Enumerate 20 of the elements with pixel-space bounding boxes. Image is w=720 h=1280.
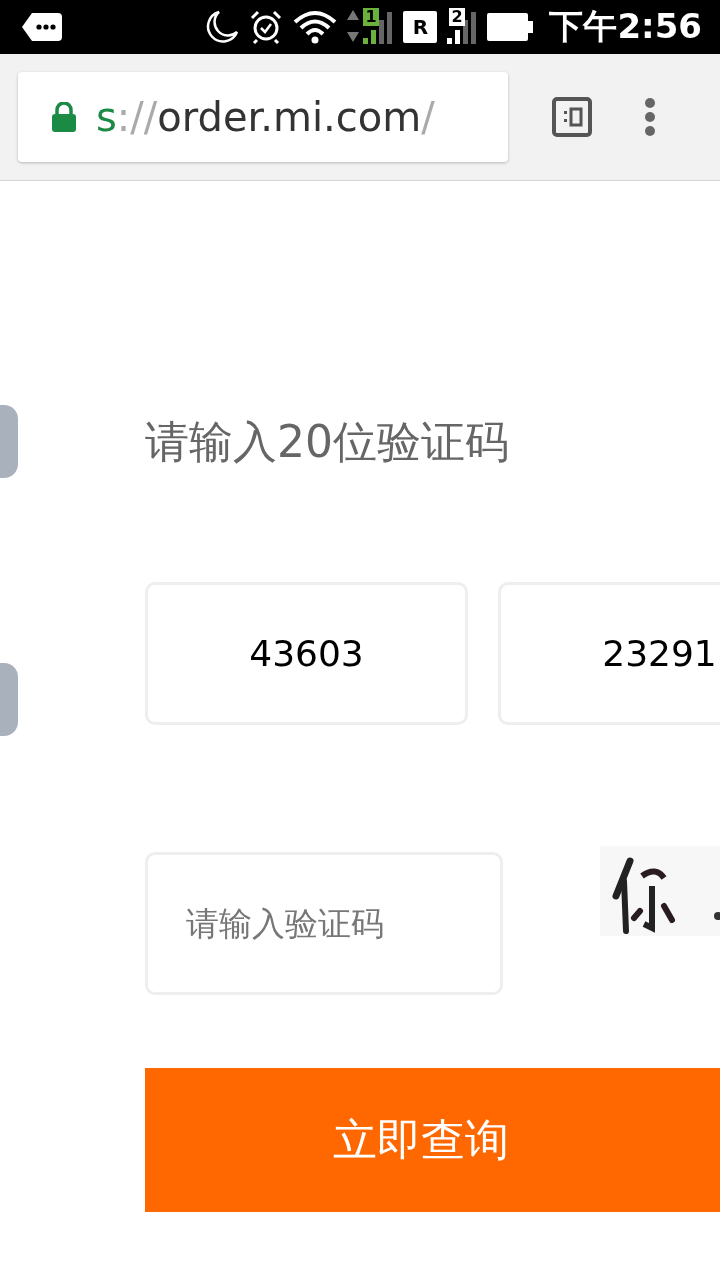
url-text: s://order.mi.com/ [96, 94, 435, 140]
alarm-icon [249, 10, 284, 44]
code-field[interactable]: 23291 [498, 582, 720, 725]
wifi-icon [293, 10, 338, 44]
menu-icon[interactable] [644, 97, 656, 137]
moon-icon [205, 10, 240, 44]
address-field[interactable]: s://order.mi.com/ [18, 72, 508, 162]
signal-icon [447, 10, 478, 44]
clock: 下午2:56 [549, 5, 702, 48]
sim-number: 2 [449, 8, 465, 26]
lock-icon [52, 102, 76, 132]
signal-icon [347, 10, 394, 44]
captcha-field[interactable]: 请输入验证码 [145, 852, 503, 995]
chat-icon [22, 13, 62, 41]
reader-mode-icon[interactable] [552, 97, 592, 137]
code-field[interactable]: 43603 [145, 582, 468, 725]
roaming-badge: R [403, 11, 438, 43]
battery-icon [487, 13, 534, 41]
form-title: 请输入20位验证码 [145, 415, 510, 469]
sim-number: 1 [363, 8, 379, 26]
